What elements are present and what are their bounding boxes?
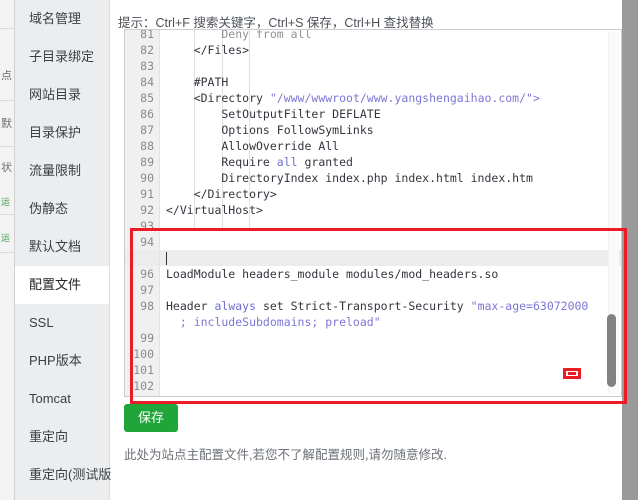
sidebar-item-site-directory[interactable]: 网站目录 — [15, 76, 109, 114]
editor-line-number: 98 — [140, 299, 154, 313]
editor-code-line: LoadModule headers_module modules/mod_he… — [166, 267, 499, 281]
sidebar-item-config-file[interactable]: 配置文件 — [15, 266, 109, 304]
editor-line-number: 97 — [140, 283, 154, 297]
editor-line-number: 83 — [140, 59, 154, 73]
save-button[interactable]: 保存 — [124, 404, 179, 432]
editor-line-number-gutter: 8182838485868788899091929394959697989910… — [125, 30, 160, 396]
sidebar-item-php-version[interactable]: PHP版本 — [15, 342, 109, 380]
page-scroll-gutter[interactable] — [622, 0, 638, 500]
editor-code-line: #PATH — [166, 75, 229, 89]
sidebar-item-ssl[interactable]: SSL — [15, 304, 109, 342]
sidebar-item-label: 重定向(测试版) — [29, 467, 116, 482]
editor-scrollbar-thumb[interactable] — [607, 314, 616, 387]
sidebar-item-rewrite[interactable]: 伪静态 — [15, 190, 109, 228]
editor-line-number: 102 — [133, 379, 154, 393]
sidebar-item-label: 伪静态 — [29, 201, 69, 216]
active-line-highlight-gutter — [125, 250, 159, 266]
editor-line-number: 100 — [133, 347, 154, 361]
editor-code-line: </Files> — [166, 43, 250, 57]
editor-code-line: DirectoryIndex index.php index.html inde… — [166, 171, 533, 185]
sidebar-item-label: 配置文件 — [29, 277, 82, 292]
sidebar-item-tomcat[interactable]: Tomcat — [15, 380, 109, 418]
editor-line-number: 92 — [140, 203, 154, 217]
sidebar-item-label: 域名管理 — [29, 11, 82, 26]
sidebar-item-label: 重定向 — [29, 429, 69, 444]
sidebar-item-redirect-beta[interactable]: 重定向(测试版) — [15, 456, 116, 494]
editor-code-line: </VirtualHost> — [166, 203, 263, 217]
editor-code-line: AllowOverride All — [166, 139, 340, 153]
sidebar-item-traffic-limit[interactable]: 流量限制 — [15, 152, 109, 190]
editor-code-line: <Directory "/www/wwwroot/www.yangshengai… — [166, 91, 540, 105]
sidebar-item-reverse-proxy[interactable]: 反向代理 — [15, 494, 109, 500]
editor-code-line: </Directory> — [166, 187, 277, 201]
sidebar-item-label: SSL — [29, 315, 54, 330]
editor-line-number: 84 — [140, 75, 154, 89]
editor-line-number: 91 — [140, 187, 154, 201]
active-line-highlight — [160, 250, 621, 266]
sidebar-item-label: PHP版本 — [29, 353, 82, 368]
editor-line-number: 96 — [140, 267, 154, 281]
editor-line-number: 99 — [140, 331, 154, 345]
config-warning-text: 此处为站点主配置文件,若您不了解配置规则,请勿随意修改. — [124, 448, 447, 462]
sidebar-item-domain-management[interactable]: 域名管理 — [15, 0, 109, 38]
sidebar-item-label: 子目录绑定 — [29, 49, 95, 64]
sidebar-item-label: Tomcat — [29, 391, 71, 406]
sidebar-item-label: 流量限制 — [29, 163, 82, 178]
editor-line-number: 85 — [140, 91, 154, 105]
sidebar-item-label: 目录保护 — [29, 125, 82, 140]
editor-line-number: 86 — [140, 107, 154, 121]
sidebar-item-subdirectory-binding[interactable]: 子目录绑定 — [15, 38, 109, 76]
code-editor[interactable]: 8182838485868788899091929394959697989910… — [124, 29, 622, 397]
sidebar-item-label: 网站目录 — [29, 87, 82, 102]
editor-line-number: 90 — [140, 171, 154, 185]
editor-code-line: Header always set Strict-Transport-Secur… — [166, 299, 589, 313]
editor-code-area[interactable]: Deny from all </Files> #PATH <Directory … — [160, 30, 621, 396]
editor-line-number: 87 — [140, 123, 154, 137]
settings-sidebar: 域名管理 子目录绑定 网站目录 目录保护 流量限制 伪静态 默认文档 配置文件 … — [15, 0, 116, 500]
sidebar-item-label: 默认文档 — [29, 239, 82, 254]
sidebar-item-default-document[interactable]: 默认文档 — [15, 228, 109, 266]
editor-code-line: Require all granted — [166, 155, 353, 169]
background-page-sliver: 点 默 状 运 运 — [0, 0, 15, 500]
editor-code-line: SetOutputFilter DEFLATE — [166, 107, 381, 121]
editor-line-number: 101 — [133, 363, 154, 377]
screen-root: 点 默 状 运 运 域名管理 子目录绑定 网站目录 目录保护 流量限制 伪静态 … — [0, 0, 638, 500]
sidebar-item-directory-protection[interactable]: 目录保护 — [15, 114, 109, 152]
editor-code-line: Options FollowSymLinks — [166, 123, 374, 137]
editor-line-number: 89 — [140, 155, 154, 169]
editor-code-line: Deny from all — [166, 30, 312, 41]
editor-line-number: 93 — [140, 219, 154, 233]
config-file-panel: 提示：Ctrl+F 搜索关键字，Ctrl+S 保存，Ctrl+H 查找替换 81… — [111, 0, 622, 500]
editor-line-number: 94 — [140, 235, 154, 249]
editor-code-line: ; includeSubdomains; preload" — [166, 315, 381, 329]
text-cursor — [166, 252, 167, 265]
sidebar-item-redirect[interactable]: 重定向 — [15, 418, 109, 456]
annotation-marker-icon — [563, 368, 581, 379]
editor-line-number: 82 — [140, 43, 154, 57]
editor-line-number: 81 — [140, 30, 154, 41]
editor-line-number: 88 — [140, 139, 154, 153]
editor-scrollbar-track[interactable] — [607, 32, 619, 394]
